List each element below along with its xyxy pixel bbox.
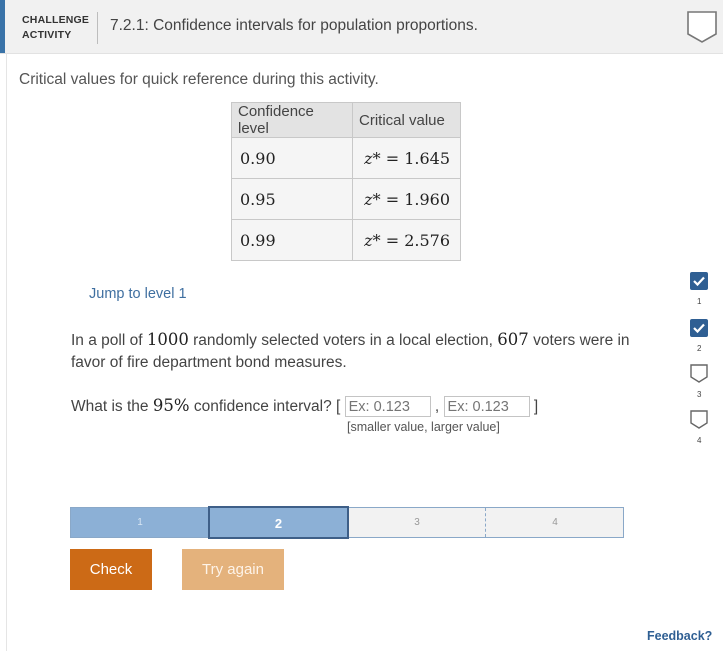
feedback-link[interactable]: Feedback? <box>647 629 712 643</box>
interval-close-bracket: ] <box>529 398 539 415</box>
activity-type-line1: CHALLENGE <box>22 14 90 26</box>
completion-shield-icon <box>687 11 717 43</box>
progress-segment-4: 4 <box>485 508 624 537</box>
sample-size: 1000 <box>146 330 189 349</box>
favor-count: 607 <box>497 330 529 349</box>
critical-value: 1.645 <box>404 148 450 168</box>
column-header-critical: Critical value <box>352 102 461 138</box>
problem-statement: In a poll of 1000 randomly selected vote… <box>71 329 631 374</box>
intro-text: Critical values for quick reference duri… <box>19 71 379 88</box>
jump-to-level-link[interactable]: Jump to level 1 <box>89 286 187 302</box>
confidence-level-cell: 0.95 <box>231 178 353 220</box>
activity-type-label: CHALLENGE ACTIVITY <box>22 13 89 43</box>
lower-bound-input[interactable] <box>344 396 431 418</box>
z-symbol: z* <box>364 189 381 209</box>
content-left-border <box>6 53 7 651</box>
z-symbol: z* <box>364 148 381 168</box>
progress-segment-1: 1 <box>71 508 209 537</box>
critical-value-cell: z* = 2.576 <box>352 219 461 261</box>
critical-value-cell: z* = 1.645 <box>352 137 461 179</box>
upper-bound-input[interactable] <box>443 396 530 418</box>
question-text-1: What is the <box>71 398 153 415</box>
critical-values-table: Confidence level Critical value 0.90 z* … <box>231 102 461 261</box>
level-4-shield-icon[interactable] <box>689 409 709 429</box>
level-2-checked-icon[interactable] <box>689 318 709 338</box>
interval-comma: , <box>430 398 444 415</box>
table-row: 0.95 z* = 1.960 <box>231 178 461 220</box>
activity-header: CHALLENGE ACTIVITY 7.2.1: Confidence int… <box>0 0 723 54</box>
header-divider <box>97 12 98 44</box>
level-1-checked-icon[interactable] <box>689 271 709 291</box>
level-1-number: 1 <box>697 297 702 306</box>
z-symbol: z* <box>364 230 381 250</box>
table-row: 0.99 z* = 2.576 <box>231 219 461 261</box>
level-2-number: 2 <box>697 344 702 353</box>
equals-sign: = <box>380 230 405 250</box>
column-header-confidence: Confidence level <box>231 102 353 138</box>
check-button[interactable]: Check <box>70 549 152 590</box>
confidence-percent: 95% <box>152 396 190 415</box>
equals-sign: = <box>380 189 405 209</box>
header-accent-bar <box>0 0 5 53</box>
level-4-number: 4 <box>697 436 702 445</box>
activity-type-line2: ACTIVITY <box>22 29 72 41</box>
progress-segment-3: 3 <box>414 517 420 528</box>
problem-text-1: In a poll of <box>71 332 147 349</box>
try-again-button[interactable]: Try again <box>182 549 284 590</box>
equals-sign: = <box>380 148 405 168</box>
question-line: What is the 95% confidence interval? [ ,… <box>71 396 539 418</box>
level-3-number: 3 <box>697 390 702 399</box>
activity-title: 7.2.1: Confidence intervals for populati… <box>110 17 478 34</box>
critical-value: 1.960 <box>404 189 450 209</box>
level-3-shield-icon[interactable] <box>689 363 709 383</box>
table-header-row: Confidence level Critical value <box>231 102 461 138</box>
progress-segment-2-current: 2 <box>208 506 349 539</box>
critical-value: 2.576 <box>404 230 450 250</box>
input-format-hint: [smaller value, larger value] <box>347 420 500 434</box>
question-text-2: confidence interval? [ <box>189 398 345 415</box>
table-row: 0.90 z* = 1.645 <box>231 137 461 179</box>
confidence-level-cell: 0.90 <box>231 137 353 179</box>
confidence-level-cell: 0.99 <box>231 219 353 261</box>
problem-text-2: randomly selected voters in a local elec… <box>188 332 498 349</box>
critical-value-cell: z* = 1.960 <box>352 178 461 220</box>
level-progress-bar: 1 3 4 2 <box>70 506 624 539</box>
